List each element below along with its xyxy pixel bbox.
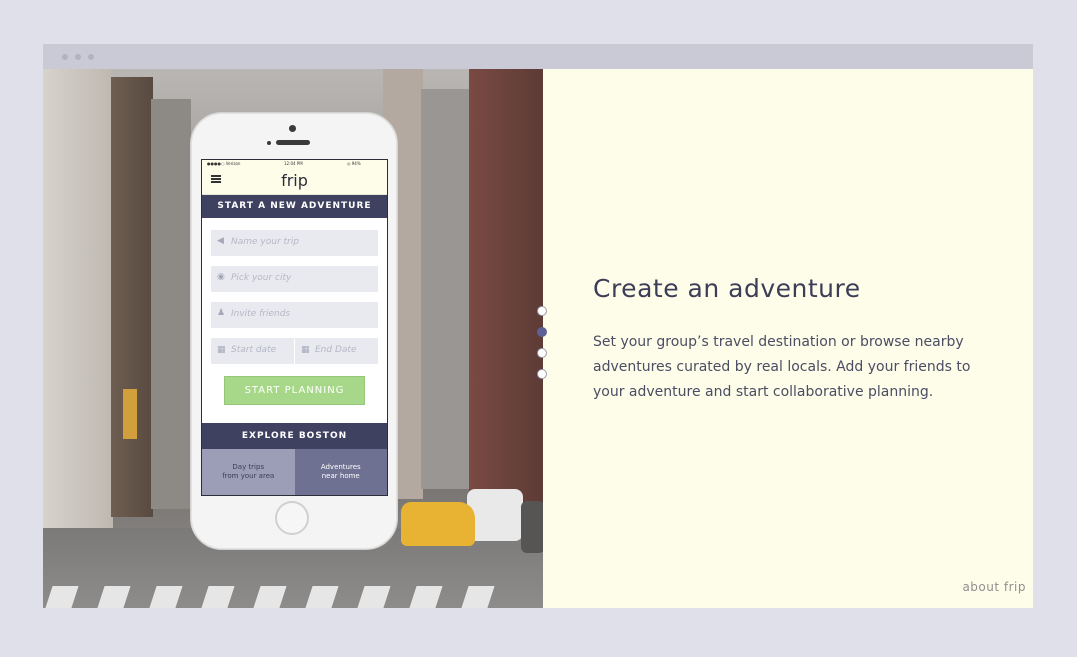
end-date-input[interactable]: ▦ End Date [294, 338, 378, 364]
page-title: Create an adventure [593, 274, 861, 303]
phone-camera [289, 125, 296, 132]
phone-mockup: ●●●●○ Verizon 12:04 PM ◎ 94% frip START … [190, 112, 398, 550]
street-banner [123, 389, 137, 439]
start-planning-button[interactable]: START PLANNING [224, 376, 365, 405]
date-row: ▦ Start date ▦ End Date [211, 338, 378, 364]
tag-icon: ◀ [217, 236, 224, 246]
dark-car [521, 501, 543, 553]
yellow-taxi [401, 502, 475, 546]
building [469, 69, 543, 509]
city-placeholder: Pick your city [231, 273, 292, 283]
explore-tiles: Day trips from your area Adventures near h… [202, 449, 387, 495]
end-date-placeholder: End Date [315, 345, 357, 355]
building [151, 99, 191, 509]
app-logo: frip [281, 171, 308, 190]
status-bar: ●●●●○ Verizon 12:04 PM ◎ 94% [202, 160, 387, 167]
window-dot [88, 54, 94, 60]
carrier-text: ●●●●○ Verizon [207, 161, 241, 166]
map-pin-icon: ◉ [217, 272, 225, 282]
status-time: 12:04 PM [284, 161, 303, 166]
building [421, 89, 471, 489]
tile-line: near home [321, 472, 360, 480]
window-dot [75, 54, 81, 60]
window-titlebar [43, 44, 1033, 69]
add-user-icon: ♟ [217, 308, 226, 318]
battery-text: ◎ 94% [347, 161, 361, 166]
city-input[interactable]: ◉ Pick your city [211, 266, 378, 292]
start-adventure-heading: START A NEW ADVENTURE [202, 195, 387, 218]
app-header: frip [202, 167, 387, 195]
window-dot [62, 54, 68, 60]
day-trips-tile[interactable]: Day trips from your area [202, 449, 295, 495]
building [111, 77, 153, 517]
trip-name-input[interactable]: ◀ Name your trip [211, 230, 378, 256]
start-date-placeholder: Start date [231, 345, 277, 355]
app-screen: ●●●●○ Verizon 12:04 PM ◎ 94% frip START … [201, 159, 388, 496]
invite-friends-placeholder: Invite friends [231, 309, 291, 319]
city-street-photo: ●●●●○ Verizon 12:04 PM ◎ 94% frip START … [43, 69, 543, 608]
pager-dot-active[interactable] [537, 327, 547, 337]
calendar-icon: ▦ [217, 345, 226, 355]
pager-dot[interactable] [537, 348, 547, 358]
pager-dot[interactable] [537, 306, 547, 316]
explore-heading: EXPLORE BOSTON [202, 423, 387, 449]
calendar-icon: ▦ [301, 345, 310, 355]
tile-line: Day trips [232, 463, 265, 471]
tile-line: Adventures [320, 463, 361, 471]
feature-description: Set your group’s travel destination or b… [593, 334, 971, 400]
phone-speaker [276, 140, 310, 145]
invite-friends-input[interactable]: ♟ Invite friends [211, 302, 378, 328]
building [43, 69, 113, 529]
about-link[interactable]: about frip [962, 580, 1026, 594]
trip-name-placeholder: Name your trip [231, 237, 299, 247]
browser-window: ●●●●○ Verizon 12:04 PM ◎ 94% frip START … [43, 44, 1033, 608]
start-date-input[interactable]: ▦ Start date [211, 338, 294, 364]
white-van [467, 489, 523, 541]
phone-sensor [267, 141, 271, 145]
tile-line: from your area [222, 472, 275, 480]
adventures-near-home-tile[interactable]: Adventures near home [294, 449, 387, 495]
adventure-form: ◀ Name your trip ◉ Pick your city ♟ Invi… [202, 218, 387, 405]
phone-home-button [275, 501, 309, 535]
pager-dot[interactable] [537, 369, 547, 379]
